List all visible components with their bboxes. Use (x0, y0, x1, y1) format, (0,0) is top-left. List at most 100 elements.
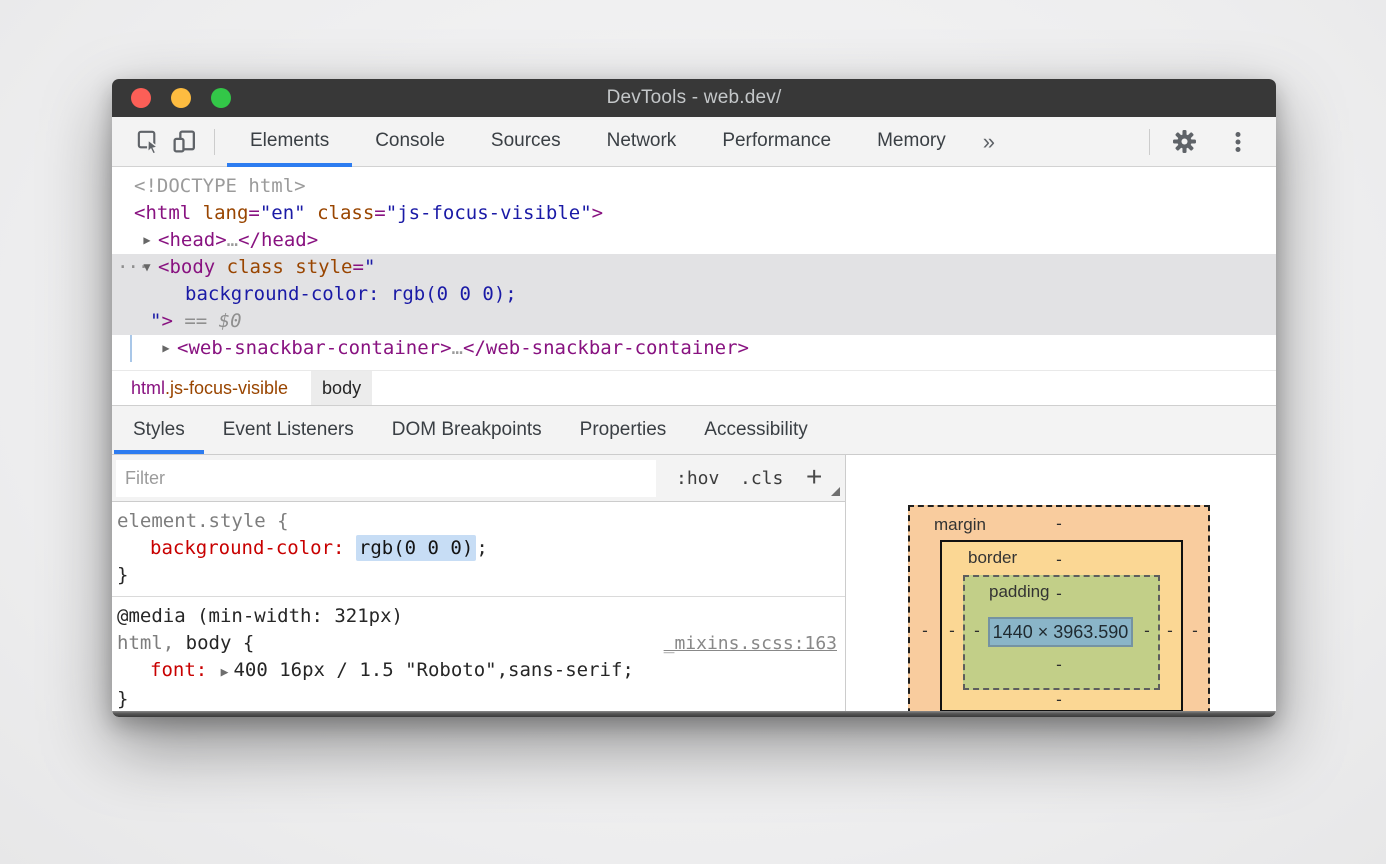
style-rule: @media (min-width: 321px)html, body {_mi… (112, 597, 845, 717)
code-token: } (117, 688, 128, 710)
settings-button[interactable] (1166, 124, 1202, 160)
device-toolbar-button[interactable] (166, 124, 202, 160)
code-token: class (227, 256, 284, 278)
dom-tree-node[interactable]: ···▼<body class style=" (112, 254, 1276, 281)
box-model-margin[interactable]: margin border padding 1440 × 3963.590 (908, 505, 1210, 717)
css-line[interactable]: element.style { (112, 508, 845, 535)
css-line[interactable]: background-color: rgb(0 0 0); (112, 535, 845, 562)
css-line[interactable]: } (112, 562, 845, 589)
window-controls (131, 88, 231, 108)
breadcrumb-item[interactable]: html.js-focus-visible (120, 371, 299, 405)
border-top-value[interactable]: - (1052, 551, 1066, 569)
desktop-background: DevTools - web.dev/ ElementsConsoleSourc… (0, 0, 1386, 864)
code-token: </web-snackbar-container> (463, 337, 749, 359)
content-size-value: 1440 × 3963.590 (993, 622, 1129, 643)
menu-button[interactable] (1220, 124, 1256, 160)
inspect-cursor-icon (135, 128, 162, 155)
toolbar-divider-right (1149, 129, 1150, 155)
code-token: = (248, 202, 259, 224)
padding-bottom-value[interactable]: - (1052, 656, 1066, 674)
tab-network[interactable]: Network (584, 117, 700, 167)
css-line[interactable]: @media (min-width: 321px) (112, 603, 845, 630)
code-token: = (374, 202, 385, 224)
tab-elements[interactable]: Elements (227, 117, 352, 167)
breadcrumb-item[interactable]: body (311, 371, 372, 405)
tab-performance[interactable]: Performance (699, 117, 854, 167)
styles-pane: :hov .cls + element.style {background-co… (112, 455, 846, 717)
sidebar-tab-styles[interactable]: Styles (114, 406, 204, 454)
code-token: <!DOCTYPE html> (134, 175, 306, 197)
code-token: <head> (158, 229, 227, 251)
dom-tree-node[interactable]: "> == $0 (112, 308, 1276, 335)
css-line[interactable]: } (112, 686, 845, 713)
code-token: background-color: rgb(0 0 0); (185, 283, 517, 305)
sidebar-tabs: StylesEvent ListenersDOM BreakpointsProp… (112, 406, 1276, 455)
code-token: html, (117, 632, 174, 654)
dom-tree-node[interactable]: background-color: rgb(0 0 0); (112, 281, 1276, 308)
padding-right-value[interactable]: - (1140, 622, 1154, 640)
code-token: " (364, 256, 375, 278)
code-token: .js-focus-visible (165, 378, 288, 399)
border-bottom-value[interactable]: - (1052, 691, 1066, 709)
expand-arrow-icon[interactable]: ▶ (158, 335, 174, 362)
dom-tree-node[interactable]: <!DOCTYPE html> (112, 173, 1276, 200)
code-token: } (117, 564, 128, 586)
tab-memory[interactable]: Memory (854, 117, 969, 167)
code-token: > (592, 202, 603, 224)
code-token: ▶ (219, 665, 234, 680)
close-window-button[interactable] (131, 88, 151, 108)
filter-input[interactable] (116, 460, 656, 497)
sidebar-tab-accessibility[interactable]: Accessibility (685, 406, 826, 454)
code-token: "en" (260, 202, 306, 224)
css-line[interactable]: html, body {_mixins.scss:163 (112, 630, 845, 657)
margin-top-value[interactable]: - (1052, 515, 1066, 533)
border-left-value[interactable]: - (945, 622, 959, 640)
box-model-pane: margin border padding 1440 × 3963.590 - (846, 455, 1276, 717)
inspect-element-button[interactable] (130, 124, 166, 160)
element-classes-button[interactable]: .cls (740, 455, 783, 502)
gear-icon (1171, 128, 1198, 155)
titlebar[interactable]: DevTools - web.dev/ (112, 79, 1276, 117)
toggle-element-state-button[interactable]: :hov (676, 455, 719, 502)
resize-corner-icon (831, 487, 840, 496)
dom-tree: <!DOCTYPE html> <html lang="en" class="js… (112, 167, 1276, 370)
tab-sources[interactable]: Sources (468, 117, 584, 167)
code-token: ; (476, 537, 487, 559)
margin-right-value[interactable]: - (1188, 622, 1202, 640)
collapse-arrow-icon[interactable]: ▼ (139, 254, 155, 281)
margin-left-value[interactable]: - (918, 622, 932, 640)
code-token: class (317, 202, 374, 224)
code-token: … (452, 337, 463, 359)
dom-tree-node[interactable]: ▶<head>…</head> (112, 227, 1276, 254)
toolbar-divider (214, 129, 215, 155)
device-toolbar-icon (171, 128, 198, 155)
box-model-content[interactable]: 1440 × 3963.590 (988, 617, 1133, 647)
elements-sidebar: :hov .cls + element.style {background-co… (112, 455, 1276, 717)
stylesheet-source-link[interactable]: _mixins.scss:163 (664, 630, 837, 657)
indent-guide (130, 335, 132, 362)
styles-sections: element.style {background-color: rgb(0 0… (112, 502, 845, 717)
new-style-rule-button[interactable]: + (806, 455, 822, 499)
code-token: == $0 (184, 310, 241, 332)
dom-tree-node[interactable]: <html lang="en" class="js-focus-visible"… (112, 200, 1276, 227)
code-token: body (322, 378, 361, 399)
sidebar-tab-dom-breakpoints[interactable]: DOM Breakpoints (373, 406, 561, 454)
padding-top-value[interactable]: - (1052, 585, 1066, 603)
zoom-window-button[interactable] (211, 88, 231, 108)
code-token: = (353, 256, 364, 278)
devtools-window: DevTools - web.dev/ ElementsConsoleSourc… (112, 79, 1276, 717)
box-model-diagram: margin border padding 1440 × 3963.590 - (908, 505, 1210, 717)
tab-console[interactable]: Console (352, 117, 468, 167)
code-token: <html (134, 202, 203, 224)
css-line[interactable]: font: ▶400 16px / 1.5 "Roboto",sans-seri… (112, 657, 845, 686)
minimize-window-button[interactable] (171, 88, 191, 108)
expand-arrow-icon[interactable]: ▶ (139, 227, 155, 254)
border-right-value[interactable]: - (1163, 622, 1177, 640)
more-panels-button[interactable]: » (969, 119, 1009, 165)
dom-tree-node[interactable]: ▶<web-snackbar-container>…</web-snackbar… (112, 335, 1276, 362)
code-token: … (227, 229, 238, 251)
padding-left-value[interactable]: - (970, 622, 984, 640)
sidebar-tab-properties[interactable]: Properties (561, 406, 686, 454)
code-token: </head> (238, 229, 318, 251)
sidebar-tab-event-listeners[interactable]: Event Listeners (204, 406, 373, 454)
